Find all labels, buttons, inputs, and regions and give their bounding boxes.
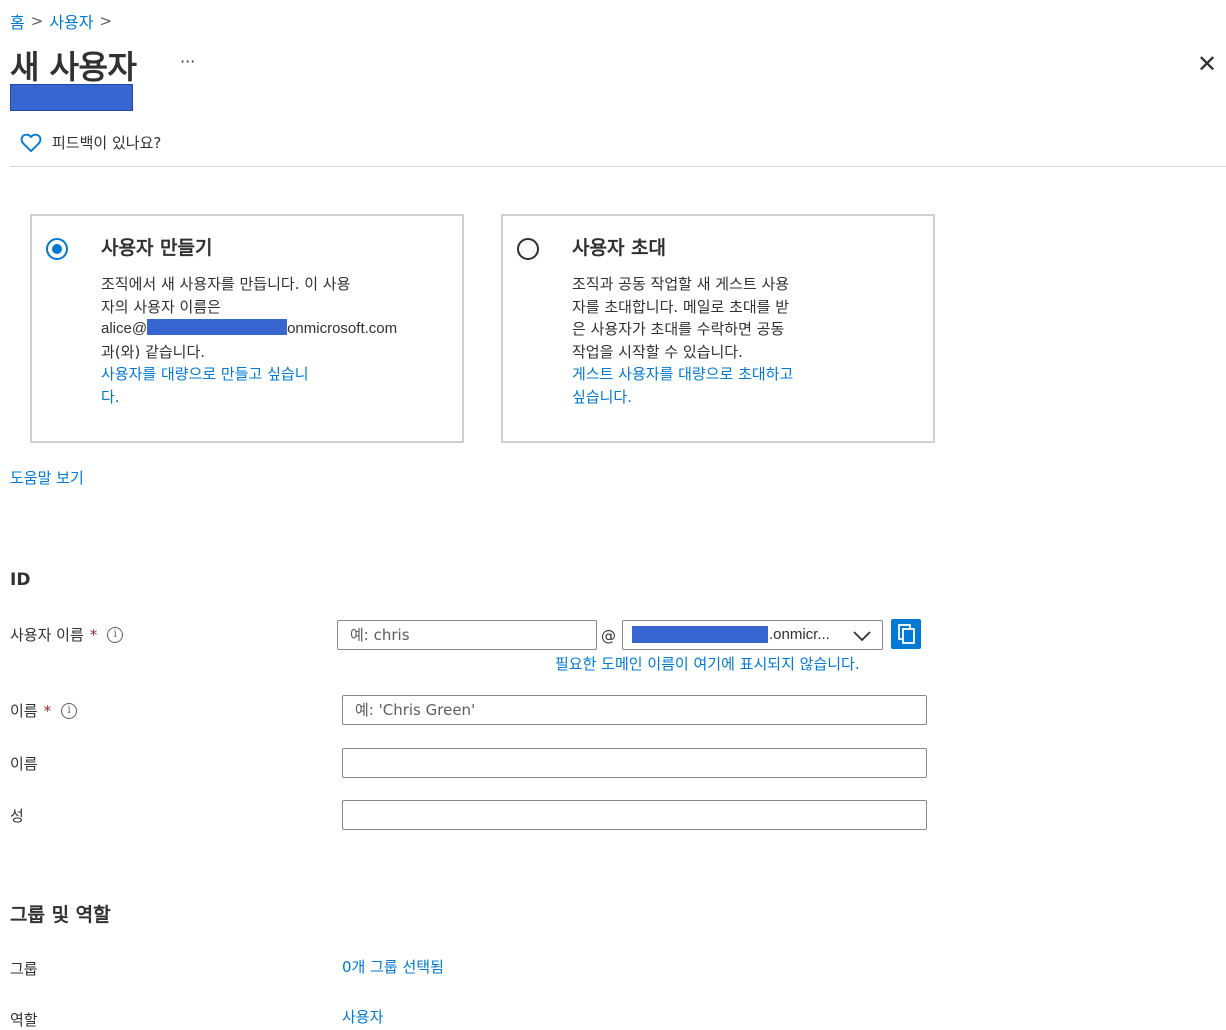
create-user-description: 조직에서 새 사용자를 만듭니다. 이 사용 자의 사용자 이름은 alice@… <box>101 273 421 408</box>
feedback-link[interactable]: 피드백이 있나요? <box>20 132 161 153</box>
description-line: 작업을 시작할 수 있습니다. <box>572 342 743 361</box>
create-user-title: 사용자 만들기 <box>101 237 213 259</box>
description-line: 은 사용자가 초대를 수락하면 공동 <box>572 320 785 338</box>
roles-label: 역할 <box>10 1011 38 1029</box>
roles-selector-link[interactable]: 사용자 <box>342 1006 383 1027</box>
bulk-invite-link-cont[interactable]: 싶습니다. <box>572 388 632 406</box>
close-icon[interactable]: ✕ <box>1197 52 1217 76</box>
copy-button[interactable] <box>891 619 921 649</box>
create-user-radio[interactable] <box>46 238 68 260</box>
invite-user-description: 조직과 공동 작업할 새 게스트 사용 자를 초대합니다. 메일로 초대를 받 … <box>572 273 892 408</box>
feedback-label: 피드백이 있나요? <box>52 134 162 152</box>
info-icon[interactable]: i <box>61 702 78 719</box>
groups-selector-link[interactable]: 0개 그룹 선택됨 <box>342 956 444 977</box>
redacted-tenant-name <box>10 84 133 111</box>
username-input[interactable] <box>337 620 597 650</box>
invite-user-title: 사용자 초대 <box>572 237 667 259</box>
email-suffix: onmicrosoft.com <box>287 320 398 337</box>
name-label: 이름 <box>10 702 38 720</box>
info-icon[interactable]: i <box>107 626 124 643</box>
first-name-input[interactable] <box>342 748 927 778</box>
email-prefix: alice@ <box>101 320 148 337</box>
breadcrumb-users[interactable]: 사용자 <box>49 9 93 33</box>
username-label-row: 사용자 이름 * i <box>10 624 124 645</box>
groups-roles-heading: 그룹 및 역할 <box>10 904 111 926</box>
required-marker: * <box>89 625 98 644</box>
breadcrumb: 홈 > 사용자 > <box>10 9 112 33</box>
username-label: 사용자 이름 <box>10 626 84 644</box>
redacted-domain <box>147 319 288 335</box>
description-line: 자의 사용자 이름은 <box>101 297 221 316</box>
bulk-invite-link[interactable]: 게스트 사용자를 대량으로 초대하고 <box>572 365 793 383</box>
chevron-down-icon <box>853 631 871 642</box>
display-name-input[interactable] <box>342 695 927 725</box>
last-name-input[interactable] <box>342 800 927 830</box>
description-line: 조직에서 새 사용자를 만듭니다. 이 사용 <box>101 275 351 293</box>
domain-dropdown[interactable]: .onmicr... <box>622 620 883 650</box>
breadcrumb-separator: > <box>99 12 113 30</box>
required-marker: * <box>43 701 52 720</box>
invite-user-option[interactable]: 사용자 초대 조직과 공동 작업할 새 게스트 사용 자를 초대합니다. 메일로… <box>501 214 935 443</box>
identity-heading: ID <box>10 570 31 590</box>
groups-label: 그룹 <box>10 960 38 978</box>
create-user-option[interactable]: 사용자 만들기 조직에서 새 사용자를 만듭니다. 이 사용 자의 사용자 이름… <box>30 214 464 443</box>
domain-value: .onmicr... <box>769 626 830 643</box>
help-link[interactable]: 도움말 보기 <box>10 467 84 488</box>
description-line: 자를 초대합니다. 메일로 초대를 받 <box>572 297 790 316</box>
domain-hint-link[interactable]: 필요한 도메인 이름이 여기에 표시되지 않습니다. <box>555 653 860 674</box>
copy-icon <box>898 624 915 644</box>
heart-icon <box>20 133 42 152</box>
invite-user-radio[interactable] <box>517 238 539 260</box>
description-line: 과(와) 같습니다. <box>101 342 206 361</box>
first-name-label: 이름 <box>10 755 38 773</box>
page-title: 새 사용자 <box>10 48 137 86</box>
more-options-button[interactable]: ··· <box>180 52 195 71</box>
breadcrumb-separator: > <box>30 12 44 30</box>
last-name-label: 성 <box>10 807 24 825</box>
name-label-row: 이름 * i <box>10 700 78 721</box>
at-sign: @ <box>601 627 616 645</box>
divider <box>10 166 1226 167</box>
example-email: alice@ onmicrosoft.com <box>101 318 421 341</box>
description-line: 조직과 공동 작업할 새 게스트 사용 <box>572 275 790 293</box>
bulk-create-link-cont[interactable]: 다. <box>101 388 120 406</box>
redacted-domain <box>632 626 768 643</box>
bulk-create-link[interactable]: 사용자를 대량으로 만들고 싶습니 <box>101 365 309 383</box>
breadcrumb-home[interactable]: 홈 <box>10 9 25 33</box>
